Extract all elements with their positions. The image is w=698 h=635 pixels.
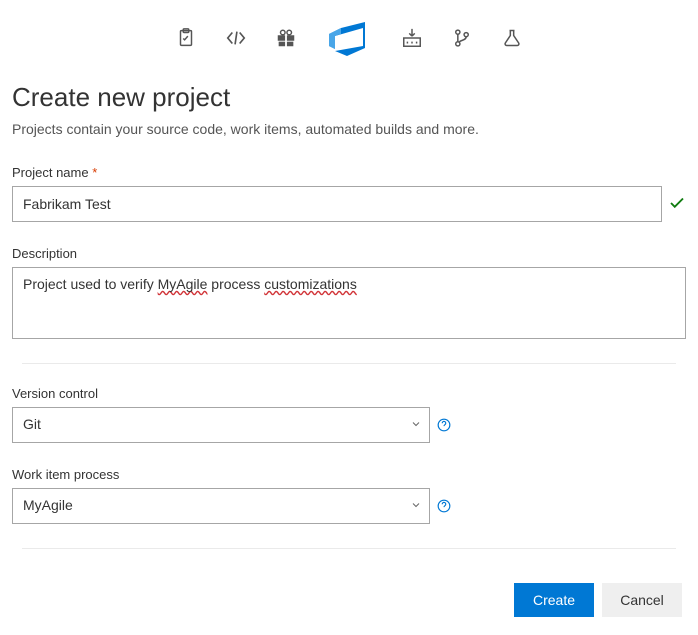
help-icon[interactable] [436, 498, 452, 514]
required-mark: * [92, 165, 97, 180]
help-icon[interactable] [436, 417, 452, 433]
flask-icon [501, 27, 523, 49]
version-control-select[interactable]: Git [12, 407, 430, 443]
page-title: Create new project [12, 82, 686, 113]
label-text: Project name [12, 165, 89, 180]
work-item-process-label: Work item process [12, 467, 686, 482]
create-button[interactable]: Create [514, 583, 594, 617]
branch-icon [451, 27, 473, 49]
work-item-process-select[interactable]: MyAgile [12, 488, 430, 524]
code-icon [225, 27, 247, 49]
desc-text-pre: Project used to verify [23, 276, 158, 292]
desc-word-2: customizations [264, 276, 357, 292]
project-name-input[interactable] [12, 186, 662, 222]
gift-icon [275, 27, 297, 49]
description-label: Description [12, 246, 686, 261]
version-control-field-group: Version control Git [12, 386, 686, 443]
download-box-icon [401, 27, 423, 49]
service-icons-row [12, 0, 686, 82]
azure-devops-logo-icon [325, 18, 373, 58]
project-name-label: Project name * [12, 165, 686, 180]
description-input[interactable]: Project used to verify MyAgile process c… [12, 267, 686, 339]
version-control-label: Version control [12, 386, 686, 401]
description-field-group: Description Project used to verify MyAgi… [12, 246, 686, 339]
button-row: Create Cancel [12, 571, 686, 635]
clipboard-icon [175, 27, 197, 49]
check-icon [668, 194, 686, 215]
divider [22, 548, 676, 549]
page-subtitle: Projects contain your source code, work … [12, 121, 686, 137]
desc-text-mid: process [207, 276, 264, 292]
cancel-button[interactable]: Cancel [602, 583, 682, 617]
desc-word-1: MyAgile [158, 276, 208, 292]
project-name-field-group: Project name * [12, 165, 686, 222]
work-item-process-field-group: Work item process MyAgile [12, 467, 686, 524]
divider [22, 363, 676, 364]
